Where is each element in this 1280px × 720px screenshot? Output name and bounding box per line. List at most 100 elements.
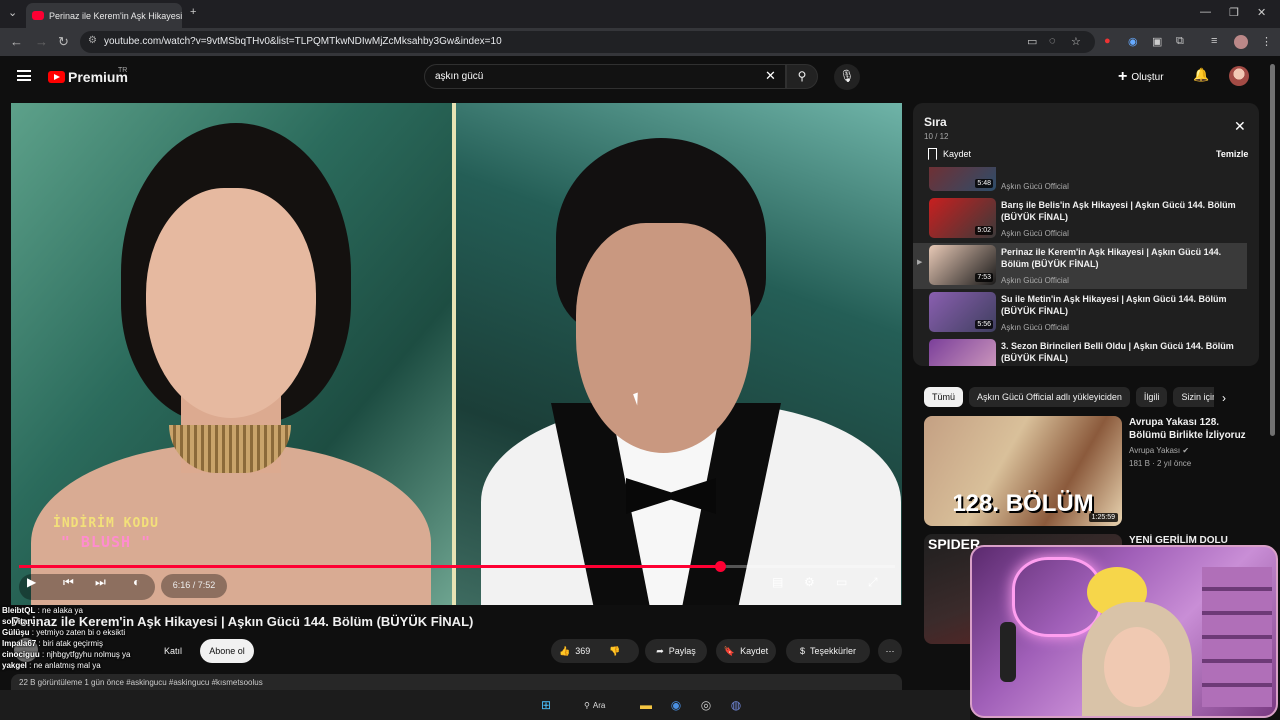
queue-item[interactable]: 5:48Gücü 144. Bölüm (BÜYÜK FİNAL)Aşkın G… [913, 167, 1247, 195]
discord-icon[interactable]: ◍ [727, 696, 745, 714]
windows-start-icon[interactable]: ⊞ [537, 696, 555, 714]
eye-off-icon[interactable]: ◌ [1049, 35, 1056, 47]
super-thanks-icon: $ [799, 646, 805, 656]
queue-thumbnail[interactable]: 5:56 [929, 292, 996, 332]
queue-item[interactable]: 5:56 Su ile Metin'in Aşk Hikayesi | Aşkın… [913, 290, 1247, 336]
chips-next-icon[interactable]: › [1222, 391, 1226, 405]
minimize-icon[interactable]: — [1200, 6, 1211, 18]
duration-badge: 1:25:59 [1088, 513, 1118, 522]
chat-username: yakgel [2, 661, 27, 670]
previous-icon[interactable]: ⏮ [63, 575, 74, 599]
queue-item-title: Su ile Metin'in Aşk Hikayesi | Aşkın Güc… [1001, 294, 1227, 316]
back-icon[interactable]: ← [10, 34, 23, 49]
youtube-logo[interactable]: Premium [48, 69, 128, 85]
queue-clear-button[interactable]: Temizle [1216, 149, 1248, 159]
create-button[interactable]: + Oluştur [1118, 66, 1176, 88]
profile-avatar-icon[interactable] [1234, 35, 1248, 49]
filter-chip[interactable]: Sizin için [1173, 387, 1214, 407]
close-queue-icon[interactable]: ✕ [1234, 118, 1246, 135]
recommendation-title[interactable]: Avrupa Yakası 128. Bölümü Birlikte İzliy… [1129, 416, 1259, 442]
chat-separator: : [35, 617, 40, 626]
new-tab-icon[interactable]: + [190, 6, 196, 18]
queue-save-button[interactable]: Kaydet [928, 148, 971, 160]
browser-menu-icon[interactable]: ⋮ [1261, 35, 1272, 48]
like-count[interactable]: 369 [575, 646, 590, 656]
extension-audio-icon[interactable]: ◉ [1128, 35, 1138, 48]
voice-search-button[interactable]: 🎙 [834, 64, 860, 90]
bookmark-icon [928, 148, 937, 160]
notifications-bell-icon[interactable]: 🔔 [1193, 67, 1209, 83]
like-dislike-group: 👍 369 👎 [551, 639, 639, 663]
description-box[interactable]: 22 B görüntüleme 1 gün önce #askingucu #… [11, 674, 902, 690]
filter-chip[interactable]: İlgili [1135, 387, 1168, 407]
extension-record-icon[interactable]: ● [1104, 35, 1111, 47]
site-info-icon[interactable]: ⚙ [88, 35, 97, 46]
reading-list-icon[interactable]: ≡ [1211, 35, 1217, 47]
queue-item[interactable]: 3. Sezon Birincileri Belli Oldu | Aşkın … [913, 337, 1247, 366]
duration-badge: 7:53 [975, 273, 993, 282]
restore-icon[interactable]: ❐ [1229, 6, 1239, 19]
more-icon: ⋯ [885, 645, 895, 656]
queue-thumbnail[interactable]: 5:48 [929, 167, 996, 191]
search-input[interactable]: aşkın gücü [424, 64, 786, 89]
video-player[interactable]: İNDİRİM KODU " BLUSH " ▶ ⏮ ⏭ ◐ 6:16 / 7:… [11, 103, 902, 605]
settings-gear-icon[interactable]: ⚙ [804, 575, 815, 599]
save-button[interactable]: 🔖 Kaydet [716, 639, 776, 663]
volume-icon[interactable]: ◐ [133, 575, 140, 599]
scrubber-handle[interactable] [714, 561, 726, 572]
promo-line-1: İNDİRİM KODU [53, 516, 159, 531]
queue-thumbnail[interactable] [929, 339, 996, 366]
filter-chip[interactable]: Tümü [924, 387, 964, 407]
queue-count: 10 / 12 [924, 132, 949, 141]
theater-mode-icon[interactable]: ▭ [836, 575, 847, 599]
search-icon: ⚲ [584, 700, 590, 710]
clear-search-icon[interactable]: ✕ [765, 68, 776, 84]
webcam-person-face [1104, 627, 1170, 707]
more-actions-button[interactable]: ⋯ [878, 639, 902, 663]
url-field[interactable]: ⚙ youtube.com/watch?v=9vtMSbqTHv0&list=T… [80, 31, 1095, 53]
mic-icon: 🎙 [839, 69, 855, 83]
chrome-icon[interactable]: ◉ [667, 696, 685, 714]
fullscreen-icon[interactable]: ⤢ [868, 575, 878, 599]
queue-thumbnail[interactable]: 5:02 [929, 198, 996, 238]
taskbar-search[interactable]: ⚲ Ara [578, 696, 624, 714]
thanks-button[interactable]: $ Teşekkürler [786, 639, 870, 663]
extension-box-icon[interactable]: ▣ [1152, 35, 1162, 48]
file-explorer-icon[interactable]: ▬ [637, 696, 655, 714]
page-scrollbar[interactable] [1270, 64, 1275, 436]
like-icon[interactable]: 👍 [559, 646, 570, 657]
tab-list-icon[interactable]: ⌄ [8, 6, 17, 19]
progress-bar[interactable] [19, 561, 895, 572]
queue-item[interactable]: 5:02 Barış ile Belis'in Aşk Hikayesi | Aş… [913, 196, 1247, 242]
queue-item[interactable]: ▶ 7:53 Perinaz ile Kerem'in Aşk Hikayesi |… [913, 243, 1247, 289]
next-icon[interactable]: ⏭ [95, 575, 106, 599]
queue-list: 5:48Gücü 144. Bölüm (BÜYÜK FİNAL)Aşkın G… [913, 167, 1259, 366]
recommendation-thumbnail[interactable]: 128. BÖLÜM 1:25:59 [924, 416, 1122, 526]
dislike-icon[interactable]: 👎 [609, 646, 620, 657]
extensions-puzzle-icon[interactable]: ⧉ [1176, 35, 1184, 48]
description-meta: 22 B görüntüleme 1 gün önce #askingucu #… [19, 678, 263, 687]
play-icon[interactable]: ▶ [27, 575, 36, 599]
subtitles-icon[interactable]: ▤ [772, 575, 783, 599]
filter-chip[interactable]: Aşkın Gücü Official adlı yükleyiciden [969, 387, 1130, 407]
forward-icon[interactable]: → [35, 34, 48, 49]
account-avatar[interactable] [1229, 66, 1249, 86]
share-button[interactable]: ➦ Paylaş [645, 639, 707, 663]
queue-item-title: Perinaz ile Kerem'in Aşk Hikayesi | Aşkı… [1001, 247, 1222, 269]
chat-message: yakgel : ne anlatmış mal ya [2, 660, 222, 671]
cast-icon[interactable]: ▭ [1027, 35, 1037, 48]
menu-icon[interactable] [17, 70, 31, 81]
chat-message: Gülüşu : yetmiyo zaten bi o eksikti [2, 627, 222, 638]
browser-tab[interactable]: Perinaz ile Kerem'in Aşk Hikayesi ✕ [26, 3, 182, 28]
chat-text: biri atak geçirmiş [42, 639, 103, 648]
queue-thumbnail[interactable]: 7:53 [929, 245, 996, 285]
window-close-icon[interactable]: ✕ [1257, 6, 1266, 19]
reload-icon[interactable]: ↻ [58, 34, 69, 50]
search-button[interactable]: ⚲ [786, 64, 818, 89]
youtube-logo-icon [48, 71, 65, 83]
webcam-microphone [1000, 622, 1016, 682]
chat-separator: : [35, 606, 43, 615]
obs-icon[interactable]: ◎ [697, 696, 715, 714]
browser-tab-bar: ⌄ Perinaz ile Kerem'in Aşk Hikayesi ✕ + … [0, 0, 1280, 28]
bookmark-star-icon[interactable]: ☆ [1071, 35, 1081, 48]
